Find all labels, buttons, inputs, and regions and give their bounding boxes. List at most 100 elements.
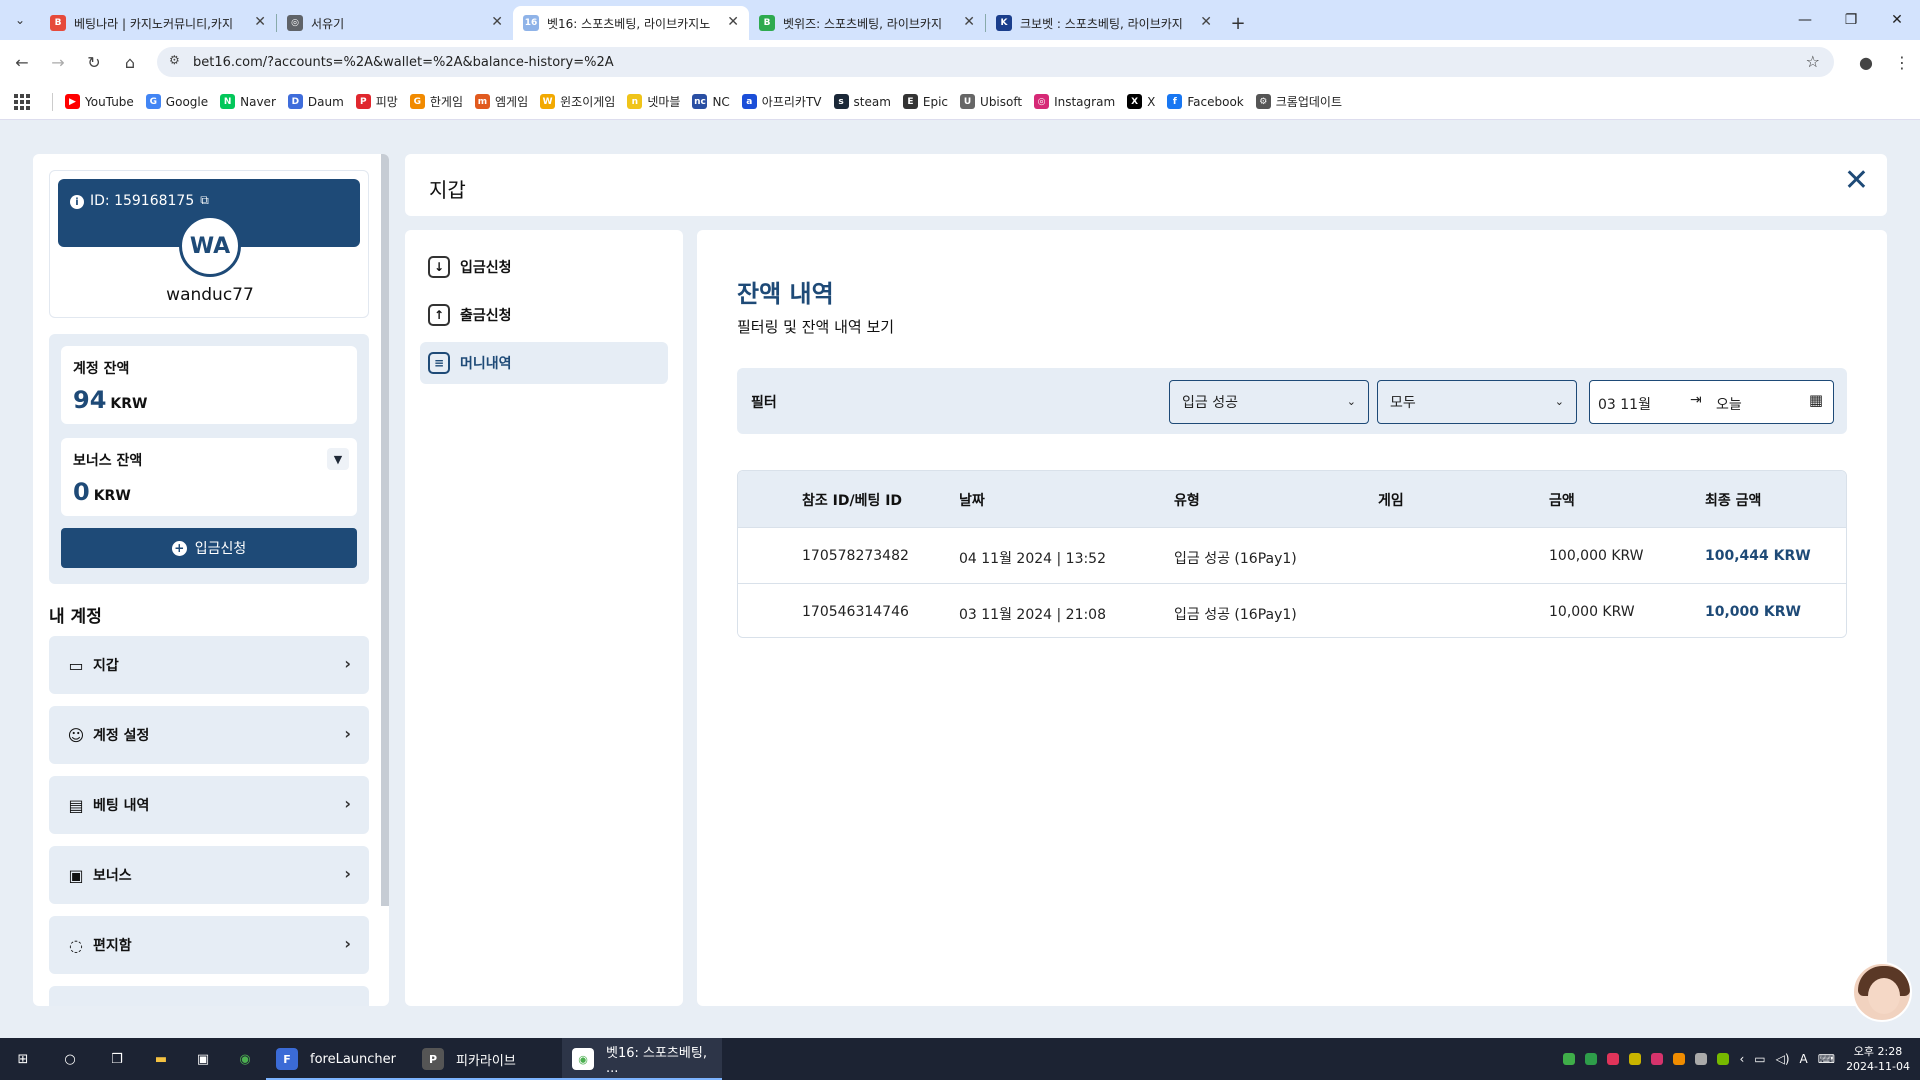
- taskbar-app-forelauncher[interactable]: F foreLauncher: [266, 1038, 412, 1080]
- subnav-money-history[interactable]: ≡ 머니내역: [420, 342, 668, 384]
- bookmark-item[interactable]: s steam: [833, 94, 891, 109]
- table-row[interactable]: 170578273482 04 11월 2024 | 13:52 입금 성공 (…: [738, 527, 1846, 583]
- close-icon[interactable]: ✕: [1844, 166, 1869, 196]
- bookmark-item[interactable]: a 아프리카TV: [741, 93, 822, 110]
- apps-grid-icon[interactable]: [14, 93, 30, 110]
- user-id: ID: 159168175: [90, 193, 195, 209]
- bookmark-item[interactable]: D Daum: [287, 94, 344, 109]
- search-icon[interactable]: ○: [46, 1038, 94, 1080]
- copy-icon[interactable]: ⧉: [200, 193, 209, 208]
- nvidia-icon[interactable]: [1717, 1053, 1730, 1065]
- ime-icon[interactable]: A: [1800, 1052, 1808, 1066]
- taskbar-app-chrome-bet16[interactable]: ◉ 벳16: 스포츠베팅, ...: [562, 1038, 722, 1080]
- profile-icon[interactable]: ●: [1848, 53, 1884, 72]
- address-bar[interactable]: ⚙ bet16.com/?accounts=%2A&wallet=%2A&bal…: [157, 47, 1834, 77]
- sidebar-item-wallet[interactable]: ▭ 지갑 ›: [49, 636, 369, 694]
- volume-icon[interactable]: ◁): [1776, 1052, 1790, 1066]
- sidebar-item-bonus[interactable]: ▣ 보너스 ›: [49, 846, 369, 904]
- sidebar-item-account-settings[interactable]: ☺ 계정 설정 ›: [49, 706, 369, 764]
- bookmark-item[interactable]: ◎ Instagram: [1034, 94, 1115, 109]
- tab-close-icon[interactable]: ✕: [254, 14, 266, 30]
- browser-tab[interactable]: ◎ 서유기 ✕: [277, 6, 513, 40]
- bookmark-item[interactable]: m 엠게임: [474, 93, 528, 110]
- keyboard-icon[interactable]: ⌨: [1818, 1052, 1835, 1066]
- bookmark-item[interactable]: N Naver: [220, 94, 276, 109]
- badge-icon[interactable]: [1629, 1053, 1642, 1065]
- bookmark-item[interactable]: f Facebook: [1167, 94, 1244, 109]
- clock[interactable]: 오후 2:28 2024-11-04: [1846, 1044, 1910, 1074]
- browser-tab[interactable]: K 크보벳 : 스포츠베팅, 라이브카지 ✕: [986, 6, 1222, 40]
- section-title: 잔액 내역: [737, 280, 834, 308]
- shield-icon[interactable]: [1563, 1053, 1576, 1065]
- ref-id-cell: 170546314746: [802, 604, 909, 620]
- tab-close-icon[interactable]: ✕: [491, 14, 503, 30]
- network-icon[interactable]: ▭: [1754, 1052, 1765, 1066]
- subnav-withdraw[interactable]: ↑ 출금신청: [420, 294, 668, 336]
- bookmark-item[interactable]: G Google: [145, 94, 208, 109]
- deposit-button[interactable]: + 입금신청: [61, 528, 357, 568]
- sidebar-item-partial[interactable]: [49, 986, 369, 1006]
- app-tray-icon[interactable]: [1695, 1053, 1708, 1065]
- tab-close-icon[interactable]: ✕: [727, 14, 739, 30]
- new-tab-plus-icon[interactable]: +: [1222, 6, 1254, 40]
- reload-icon[interactable]: ↻: [80, 48, 108, 76]
- date-range-picker[interactable]: 03 11월 ⇥ 오늘 ▦: [1589, 380, 1834, 424]
- bookmark-favicon-icon: ▶: [65, 94, 80, 109]
- bookmark-item[interactable]: U Ubisoft: [960, 94, 1022, 109]
- start-windows-icon[interactable]: ⊞: [0, 1038, 46, 1080]
- date-to: 오늘: [1716, 397, 1742, 413]
- browser-tab[interactable]: B 벳위즈: 스포츠베팅, 라이브카지 ✕: [749, 6, 985, 40]
- document-icon: ≡: [428, 352, 450, 374]
- bookmark-list: ▶ YouTube G Google N Naver D Daum P 피망 G 한게임 m 엠게임 W 윈조…: [65, 93, 1354, 110]
- tab-search-chevron-icon[interactable]: ⌄: [0, 0, 40, 40]
- calendar-icon[interactable]: ▦: [1809, 391, 1823, 409]
- upload-icon: ↑: [428, 304, 450, 326]
- game-select[interactable]: 모두 ⌄: [1377, 380, 1577, 424]
- site-settings-icon[interactable]: ⚙: [169, 53, 180, 67]
- bookmark-favicon-icon: s: [833, 94, 849, 109]
- bookmark-item[interactable]: E Epic: [902, 94, 948, 109]
- taskbar-app-pikalive[interactable]: P 피카라이브: [412, 1038, 562, 1080]
- security-icon[interactable]: [1585, 1053, 1598, 1065]
- app-tray-icon[interactable]: [1651, 1053, 1664, 1065]
- subnav-deposit[interactable]: ↓ 입금신청: [420, 246, 668, 288]
- media-icon[interactable]: [1607, 1053, 1620, 1065]
- bookmark-item[interactable]: ▶ YouTube: [65, 94, 134, 109]
- app-tray-icon[interactable]: [1673, 1053, 1686, 1065]
- browser-tab[interactable]: B 베팅나라 | 카지노커뮤니티,카지 ✕: [40, 6, 276, 40]
- window-close-icon[interactable]: ✕: [1874, 0, 1920, 40]
- tab-close-icon[interactable]: ✕: [1200, 14, 1212, 30]
- sidebar-scrollbar[interactable]: [381, 154, 389, 906]
- bookmark-item[interactable]: nc NC: [692, 94, 730, 109]
- task-view-icon[interactable]: ❒: [94, 1038, 140, 1080]
- column-header: 날짜: [959, 493, 985, 509]
- bookmark-divider: [52, 92, 53, 111]
- live-chat-avatar-button[interactable]: [1852, 962, 1912, 1022]
- restore-icon[interactable]: ❐: [1828, 0, 1874, 40]
- bookmark-item[interactable]: P 피망: [355, 93, 398, 110]
- back-arrow-icon[interactable]: ←: [8, 48, 36, 76]
- file-explorer-icon[interactable]: ▬: [140, 1038, 182, 1080]
- page-title: 지갑: [429, 178, 466, 202]
- type-select[interactable]: 입금 성공 ⌄: [1169, 380, 1369, 424]
- bookmark-item[interactable]: XX: [1127, 94, 1155, 109]
- sidebar-item-inbox[interactable]: ◌ 편지함 ›: [49, 916, 369, 974]
- bookmark-item[interactable]: G 한게임: [409, 93, 463, 110]
- tab-close-icon[interactable]: ✕: [963, 14, 975, 30]
- minimize-icon[interactable]: —: [1782, 0, 1828, 40]
- kebab-menu-icon[interactable]: ⋮: [1884, 53, 1920, 72]
- chevron-up-icon[interactable]: ‹: [1739, 1052, 1744, 1066]
- bookmark-item[interactable]: W 윈조이게임: [540, 93, 615, 110]
- store-icon[interactable]: ▣: [182, 1038, 224, 1080]
- bookmark-star-icon[interactable]: ☆: [1806, 52, 1820, 71]
- bookmarks-bar: ▶ YouTube G Google N Naver D Daum P 피망 G 한게임 m 엠게임 W 윈조…: [0, 84, 1920, 120]
- chevron-down-icon[interactable]: ▼: [327, 448, 349, 470]
- forward-arrow-icon[interactable]: →: [44, 48, 72, 76]
- browser-tab-active[interactable]: 16 벳16: 스포츠베팅, 라이브카지노 ✕: [513, 6, 749, 40]
- table-row[interactable]: 170546314746 03 11월 2024 | 21:08 입금 성공 (…: [738, 583, 1846, 637]
- bookmark-item[interactable]: n 넷마블: [627, 93, 680, 110]
- sidebar-item-betting-history[interactable]: ▤ 베팅 내역 ›: [49, 776, 369, 834]
- home-icon[interactable]: ⌂: [116, 48, 144, 76]
- chrome-icon[interactable]: ◉: [224, 1038, 266, 1080]
- bookmark-item[interactable]: ⚙ 크롬업데이트: [1255, 93, 1342, 110]
